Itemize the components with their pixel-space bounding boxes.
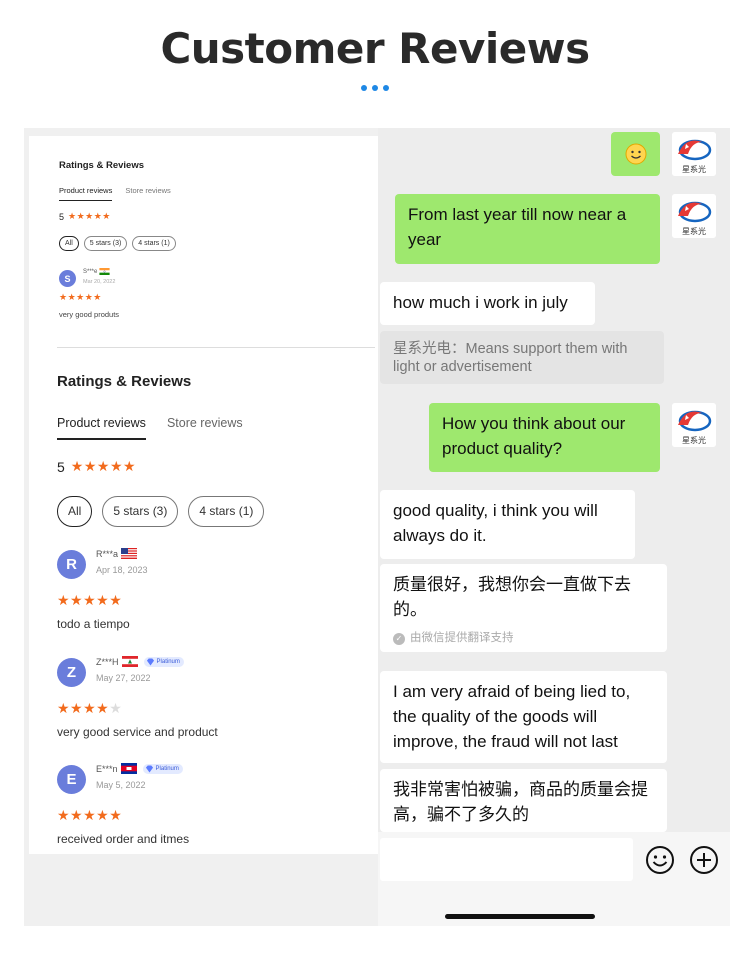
chat-message-sent: From last year till now near a year	[395, 194, 660, 264]
reviews-screen: Ratings & Reviews Product reviews Store …	[24, 128, 378, 926]
page-title: Customer Reviews	[160, 24, 590, 73]
diamond-icon	[146, 657, 154, 666]
reviews-title: Ratings & Reviews	[57, 373, 192, 390]
small-score-value: 5	[59, 211, 65, 222]
chat-message-sent: How you think about our product quality?	[429, 403, 660, 472]
small-score-stars: ★★★★★	[68, 211, 111, 221]
svg-text:星系光: 星系光	[682, 164, 706, 174]
company-logo-icon: 星系光	[672, 132, 716, 176]
review-stars: ★★★★★	[59, 292, 102, 302]
small-tabs: Product reviews Store reviews	[59, 186, 171, 201]
reviewer-name: S***e	[83, 268, 110, 275]
chat-note: 星系光电：Means support them with light or ad…	[380, 331, 664, 384]
review-date: Mar 20, 2022	[83, 279, 116, 285]
plus-icon[interactable]	[688, 844, 720, 876]
review-stars: ★★★★★	[57, 700, 123, 716]
small-tab-product-reviews[interactable]: Product reviews	[59, 186, 113, 201]
translation-note: ✓ 由微信提供翻译支持	[393, 626, 654, 651]
chat-input-bar	[378, 832, 730, 926]
review-item: E E***n Platinum May 5, 2022 ★★★★★ recei…	[57, 763, 357, 865]
review-text: todo a tiempo	[57, 617, 130, 631]
filter-4-stars[interactable]: 4 stars (1)	[188, 496, 265, 527]
review-date: Apr 18, 2023	[96, 565, 148, 575]
tab-store-reviews[interactable]: Store reviews	[167, 416, 243, 440]
review-text: very good service and product	[57, 725, 218, 739]
message-text: 质量很好，我想你会一直做下去的。	[393, 575, 631, 619]
chat-message-sent	[611, 132, 660, 176]
filter-all[interactable]: All	[57, 496, 93, 527]
review-filters: All 5 stars (3) 4 stars (1)	[57, 496, 265, 527]
reviewer-name: R***a	[96, 548, 138, 559]
review-date: May 27, 2022	[96, 673, 151, 683]
tab-product-reviews[interactable]: Product reviews	[57, 416, 146, 440]
title-dots	[0, 85, 750, 91]
smiley-emoji-icon	[625, 143, 646, 165]
score-value: 5	[57, 458, 65, 475]
small-filters: All 5 stars (3) 4 stars (1)	[59, 236, 176, 251]
page: Customer Reviews Ratings & Reviews Produ…	[0, 0, 750, 960]
chat-screen: 星系光 星系光 星系光 From last year till now near…	[378, 128, 730, 926]
chat-message-received: 质量很好，我想你会一直做下去的。 ✓ 由微信提供翻译支持	[380, 564, 667, 652]
emoji-icon[interactable]	[644, 844, 676, 876]
india-flag-icon	[99, 268, 110, 275]
small-filter-5-stars[interactable]: 5 stars (3)	[83, 236, 128, 251]
avatar: Z	[57, 658, 86, 687]
small-filter-all[interactable]: All	[59, 236, 79, 251]
small-reviews-title: Ratings & Reviews	[59, 160, 144, 171]
review-stars: ★★★★★	[57, 807, 123, 823]
us-flag-icon	[121, 548, 138, 559]
screenshot-frame: Ratings & Reviews Product reviews Store …	[24, 128, 730, 926]
review-tabs: Product reviews Store reviews	[57, 416, 243, 440]
message-input[interactable]	[380, 838, 633, 881]
avatar: S	[59, 270, 76, 287]
review-item: Z Z***H Platinum May 27, 2022 ★★★★★ very…	[57, 656, 357, 758]
avatar: R	[57, 550, 86, 579]
divider	[57, 347, 375, 348]
chat-message-received: I am very afraid of being lied to, the q…	[380, 671, 667, 763]
review-date: May 5, 2022	[96, 780, 146, 790]
company-logo-icon: 星系光	[672, 403, 716, 447]
small-filter-4-stars[interactable]: 4 stars (1)	[132, 236, 176, 251]
check-icon: ✓	[393, 632, 405, 645]
small-score: 5 ★★★★★	[59, 211, 111, 222]
filter-5-stars[interactable]: 5 stars (3)	[102, 496, 179, 527]
lebanon-flag-icon	[121, 656, 138, 667]
small-tab-store-reviews[interactable]: Store reviews	[125, 186, 170, 201]
chat-message-received: 我非常害怕被骗，商品的质量会提高，骗不了多久的	[380, 769, 667, 832]
review-text: received order and itmes	[57, 832, 190, 846]
score-stars: ★★★★★	[70, 458, 137, 474]
review-text: very good produts	[59, 310, 120, 319]
chat-message-received: how much i work in july	[380, 282, 595, 325]
reviewer-name: Z***H Platinum	[96, 656, 184, 667]
platinum-badge: Platinum	[143, 656, 184, 667]
cambodia-flag-icon	[120, 763, 137, 774]
reviewer-name: E***n Platinum	[96, 763, 183, 774]
overall-score: 5 ★★★★★	[57, 458, 136, 475]
svg-text:星系光: 星系光	[682, 435, 706, 445]
svg-text:星系光: 星系光	[682, 226, 706, 236]
diamond-icon	[145, 764, 153, 773]
avatar: E	[57, 765, 86, 794]
review-item: R R***a Apr 18, 2023 ★★★★★ todo a tiempo	[57, 548, 357, 650]
review-stars: ★★★★★	[57, 592, 123, 608]
chat-message-received: good quality, i think you will always do…	[380, 490, 635, 559]
home-indicator	[445, 914, 595, 919]
company-logo-icon: 星系光	[672, 194, 716, 238]
platinum-badge: Platinum	[142, 763, 183, 774]
